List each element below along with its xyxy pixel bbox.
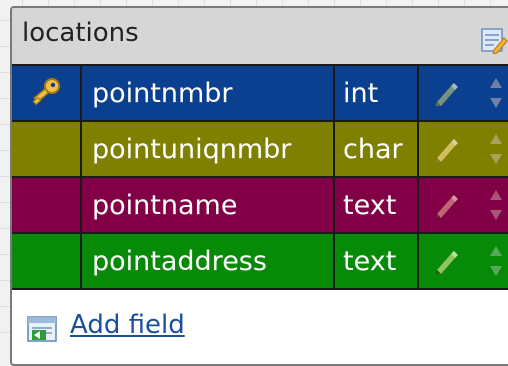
field-actions [419,178,508,232]
field-type[interactable]: int [335,66,419,120]
field-key-cell [12,122,82,176]
field-name[interactable]: pointnmbr [82,66,335,120]
table-header[interactable]: locations [12,8,508,65]
field-name[interactable]: pointname [82,178,335,232]
add-field-icon[interactable] [26,314,60,344]
field-row[interactable]: pointname text [12,176,508,232]
add-field-area: Add field [12,296,508,364]
pencil-icon[interactable] [433,248,459,274]
field-type[interactable]: char [335,122,419,176]
pencil-icon[interactable] [433,80,459,106]
field-type[interactable]: text [335,178,419,232]
table-title: locations [22,18,139,48]
field-actions [419,122,508,176]
field-type[interactable]: text [335,234,419,288]
pencil-icon[interactable] [433,136,459,162]
field-name[interactable]: pointuniqnmbr [82,122,335,176]
pencil-icon[interactable] [433,192,459,218]
add-field-link[interactable]: Add field [70,310,185,340]
field-key-cell [12,234,82,288]
edit-table-icon[interactable] [480,26,508,54]
field-row[interactable]: pointuniqnmbr char [12,120,508,176]
key-icon [32,78,60,106]
field-key-cell [12,66,82,120]
move-up-down-icon[interactable] [489,188,503,222]
table-card-locations[interactable]: locations pointnmbr int pointuniqnmbr ch… [10,6,508,366]
field-actions [419,234,508,288]
move-up-down-icon[interactable] [489,76,503,110]
field-key-cell [12,178,82,232]
field-row[interactable]: pointaddress text [12,232,508,290]
field-actions [419,66,508,120]
field-row[interactable]: pointnmbr int [12,64,508,120]
move-up-down-icon[interactable] [489,132,503,166]
move-up-down-icon[interactable] [489,244,503,278]
field-name[interactable]: pointaddress [82,234,335,288]
